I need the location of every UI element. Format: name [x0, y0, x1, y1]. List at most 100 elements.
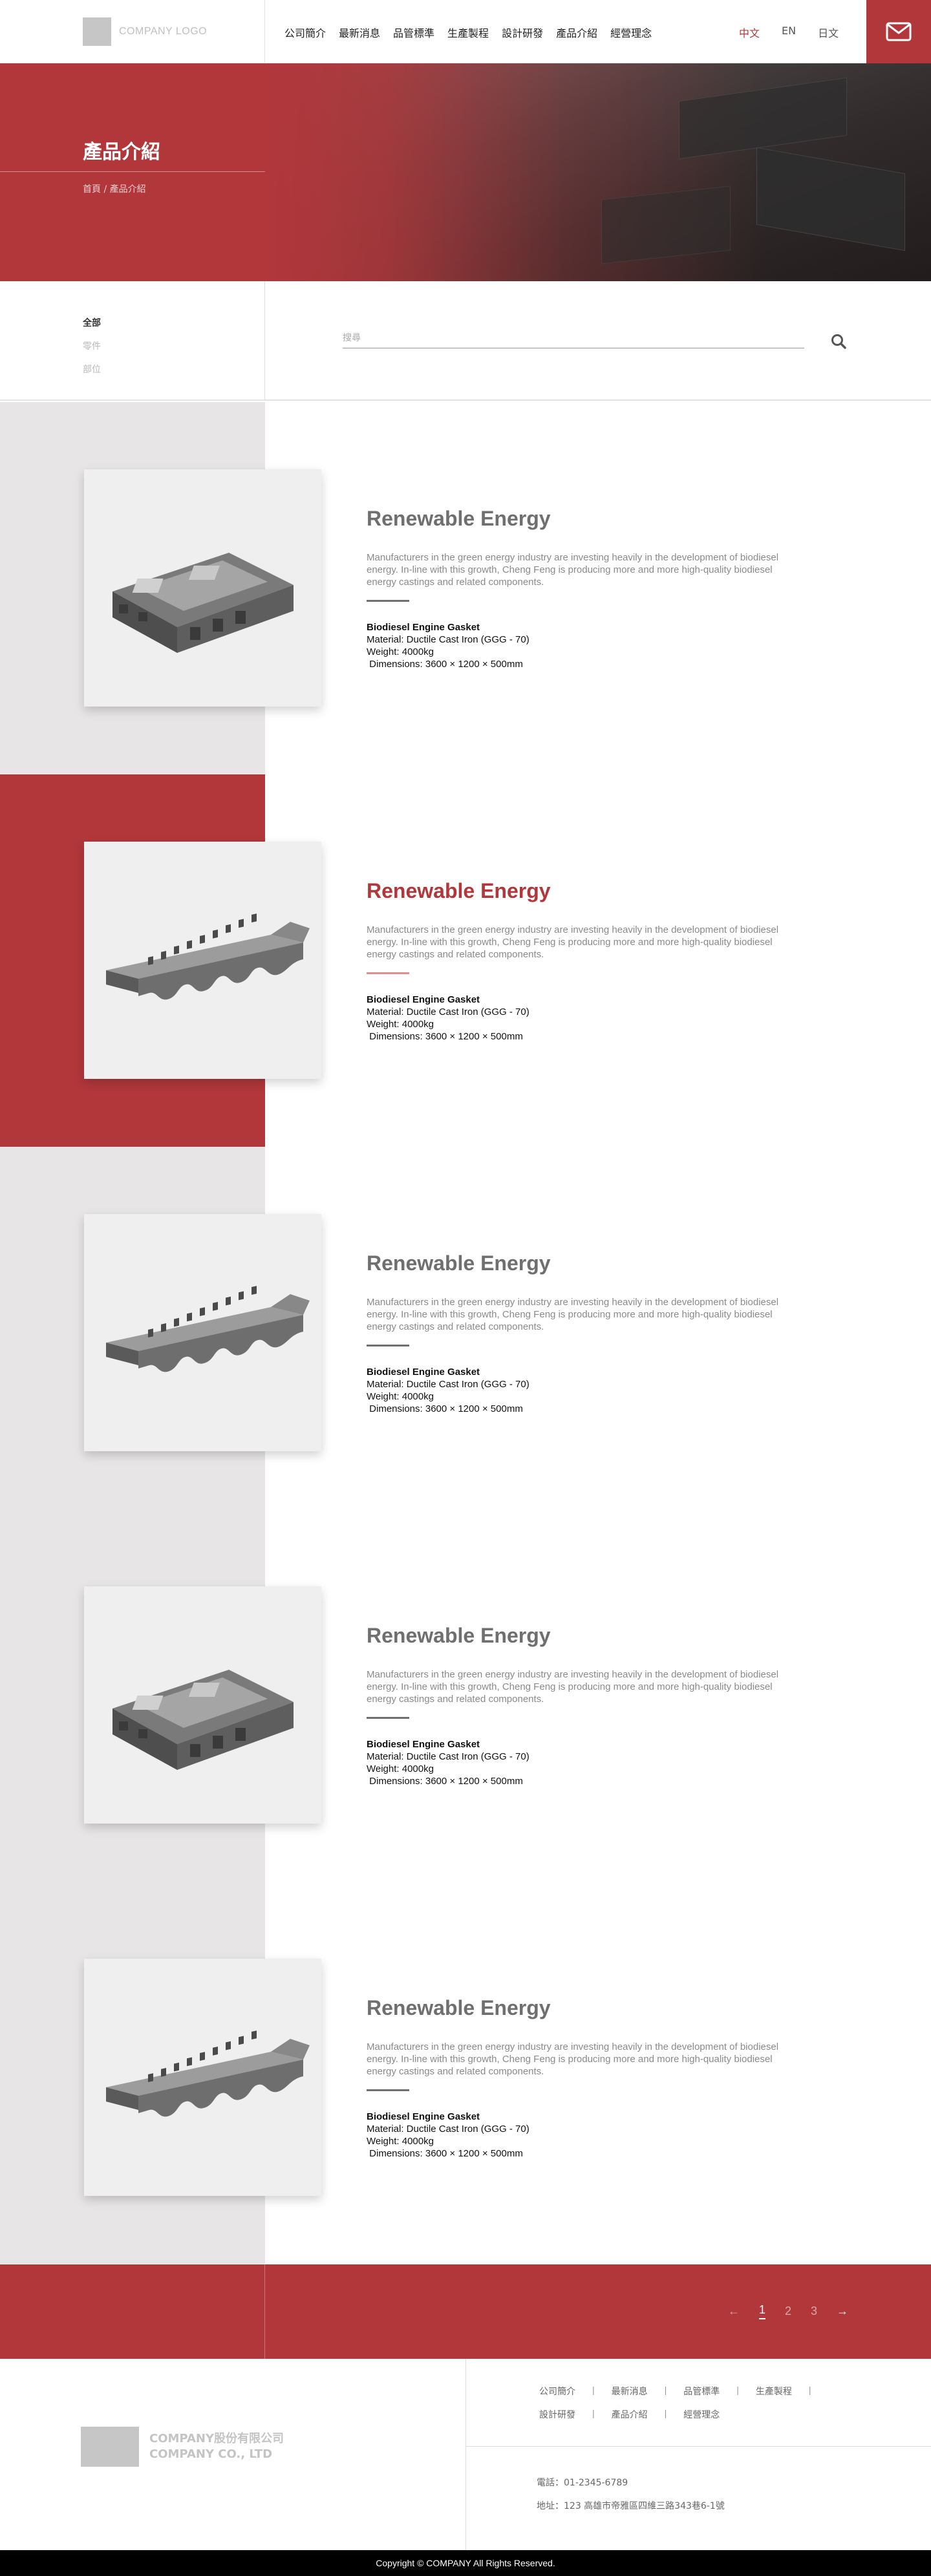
hero-decor-block [679, 77, 847, 160]
magnifier-icon [831, 334, 846, 349]
product-info: Renewable Energy Manufacturers in the gr… [367, 1251, 806, 1415]
hero-divider [0, 171, 265, 172]
product-image[interactable] [84, 1959, 321, 2196]
product-weight: Weight: 4000kg [367, 1019, 434, 1030]
product-specs: Biodiesel Engine Gasket Material: Ductil… [367, 1738, 806, 1787]
product-image[interactable] [84, 469, 321, 707]
nav-item-news[interactable]: 最新消息 [339, 25, 380, 40]
nav-item-rnd[interactable]: 設計研發 [502, 25, 543, 40]
footer-nav-philosophy[interactable]: 經營理念 [683, 2408, 720, 2421]
product-material: Material: Ductile Cast Iron (GGG - 70) [367, 634, 530, 645]
product-card: Renewable Energy Manufacturers in the gr… [0, 1891, 931, 2264]
gasket-casting-image [105, 2030, 310, 2116]
product-dimensions: Dimensions: 3600 × 1200 × 500mm [367, 2148, 523, 2159]
product-image[interactable] [84, 1586, 321, 1824]
footer-divider-horizontal [466, 2446, 931, 2447]
product-card: Renewable Energy Manufacturers in the gr… [0, 1147, 931, 1519]
product-divider [367, 972, 409, 974]
pagination-divider [264, 2264, 265, 2359]
product-description: Manufacturers in the green energy indust… [367, 1669, 779, 1705]
product-divider [367, 1717, 409, 1719]
product-material: Material: Ductile Cast Iron (GGG - 70) [367, 2124, 530, 2134]
product-weight: Weight: 4000kg [367, 1391, 434, 1402]
product-spec-name: Biodiesel Engine Gasket [367, 1739, 480, 1750]
product-dimensions: Dimensions: 3600 × 1200 × 500mm [367, 1776, 523, 1787]
lang-en[interactable]: EN [782, 25, 796, 40]
company-logo[interactable]: COMPANY LOGO [83, 17, 207, 46]
nav-item-production[interactable]: 生產製程 [447, 25, 489, 40]
page-2-link[interactable]: 2 [785, 2305, 791, 2318]
nav-item-philosophy[interactable]: 經營理念 [610, 25, 652, 40]
hero-decor-block [601, 186, 731, 264]
product-divider [367, 2089, 409, 2091]
footer-contact: 電話：01-2345-6789 地址：123 高雄市帝雅區四維三路343巷6-1… [537, 2476, 725, 2522]
product-specs: Biodiesel Engine Gasket Material: Ductil… [367, 621, 806, 670]
product-card: Renewable Energy Manufacturers in the gr… [0, 774, 931, 1147]
footer-company-name: COMPANY股份有限公司 COMPANY CO., LTD [149, 2431, 284, 2462]
footer-nav-about[interactable]: 公司簡介 [539, 2385, 575, 2398]
prev-page-arrow-icon[interactable]: ← [728, 2305, 740, 2318]
product-description: Manufacturers in the green energy indust… [367, 924, 779, 960]
product-info: Renewable Energy Manufacturers in the gr… [367, 1996, 806, 2160]
search-button[interactable] [830, 333, 847, 350]
product-dimensions: Dimensions: 3600 × 1200 × 500mm [367, 659, 523, 670]
footer-nav: 公司簡介 | 最新消息 | 品管標準 | 生產製程 | 設計研發 | 產品介紹 | 經營理念 [539, 2385, 850, 2431]
gasket-casting-image [105, 913, 310, 999]
product-list: Renewable Energy Manufacturers in the gr… [0, 402, 931, 2264]
footer-address: 地址：123 高雄市帝雅區四維三路343巷6-1號 [537, 2501, 725, 2511]
product-title[interactable]: Renewable Energy [367, 879, 806, 903]
lang-jp[interactable]: 日文 [818, 25, 839, 40]
product-spec-name: Biodiesel Engine Gasket [367, 994, 480, 1005]
hero-background-image [265, 63, 931, 281]
contact-mail-button[interactable] [866, 0, 931, 63]
product-info: Renewable Energy Manufacturers in the gr… [367, 507, 806, 670]
product-title[interactable]: Renewable Energy [367, 1251, 806, 1275]
footer-phone: 電話：01-2345-6789 [537, 2478, 628, 2488]
logo-text: COMPANY LOGO [119, 26, 208, 37]
footer-logo[interactable]: COMPANY股份有限公司 COMPANY CO., LTD [81, 2427, 284, 2467]
category-parts[interactable]: 零件 [83, 339, 101, 352]
site-header: COMPANY LOGO 公司簡介 最新消息 品管標準 生產製程 設計研發 產品… [0, 0, 931, 63]
nav-item-about[interactable]: 公司簡介 [284, 25, 326, 40]
product-info: Renewable Energy Manufacturers in the gr… [367, 1624, 806, 1787]
search-input[interactable] [343, 328, 804, 348]
product-title[interactable]: Renewable Energy [367, 507, 806, 531]
product-material: Material: Ductile Cast Iron (GGG - 70) [367, 1751, 530, 1762]
company-name-zh: COMPANY股份有限公司 [149, 2432, 284, 2445]
product-card: Renewable Energy Manufacturers in the gr… [0, 1519, 931, 1891]
breadcrumb[interactable]: 首頁 / 產品介紹 [83, 182, 146, 195]
product-description: Manufacturers in the green energy indust… [367, 552, 779, 588]
product-dimensions: Dimensions: 3600 × 1200 × 500mm [367, 1031, 523, 1042]
product-description: Manufacturers in the green energy indust… [367, 1297, 779, 1332]
product-title[interactable]: Renewable Energy [367, 1996, 806, 2020]
category-sections[interactable]: 部位 [83, 363, 101, 376]
footer-nav-production[interactable]: 生產製程 [756, 2385, 792, 2398]
footer-nav-products[interactable]: 產品介紹 [612, 2408, 648, 2421]
product-title[interactable]: Renewable Energy [367, 1624, 806, 1648]
next-page-arrow-icon[interactable]: → [837, 2305, 848, 2318]
pagination: ← 1 2 3 → [728, 2303, 848, 2319]
nav-item-products[interactable]: 產品介紹 [556, 25, 597, 40]
footer-nav-news[interactable]: 最新消息 [612, 2385, 648, 2398]
footer-nav-separator: | [664, 2385, 667, 2395]
product-filter-bar: 全部 零件 部位 [0, 281, 931, 401]
product-image[interactable] [84, 1214, 321, 1451]
footer-nav-quality[interactable]: 品管標準 [683, 2385, 720, 2398]
page-title: 產品介紹 [83, 141, 160, 164]
product-weight: Weight: 4000kg [367, 1763, 434, 1774]
product-image[interactable] [84, 842, 321, 1079]
lang-zh[interactable]: 中文 [739, 25, 760, 40]
product-specs: Biodiesel Engine Gasket Material: Ductil… [367, 1366, 806, 1415]
footer-nav-separator: | [592, 2385, 595, 2395]
category-all[interactable]: 全部 [83, 316, 101, 329]
product-weight: Weight: 4000kg [367, 646, 434, 657]
product-material: Material: Ductile Cast Iron (GGG - 70) [367, 1379, 530, 1390]
page-1-link[interactable]: 1 [759, 2303, 766, 2319]
footer-nav-rnd[interactable]: 設計研發 [539, 2408, 575, 2421]
nav-item-quality[interactable]: 品管標準 [393, 25, 434, 40]
page-3-link[interactable]: 3 [811, 2305, 817, 2318]
product-material: Material: Ductile Cast Iron (GGG - 70) [367, 1006, 530, 1017]
hero-decor-block [756, 147, 905, 251]
product-spec-name: Biodiesel Engine Gasket [367, 1367, 480, 1378]
company-name-en: COMPANY CO., LTD [149, 2447, 273, 2461]
